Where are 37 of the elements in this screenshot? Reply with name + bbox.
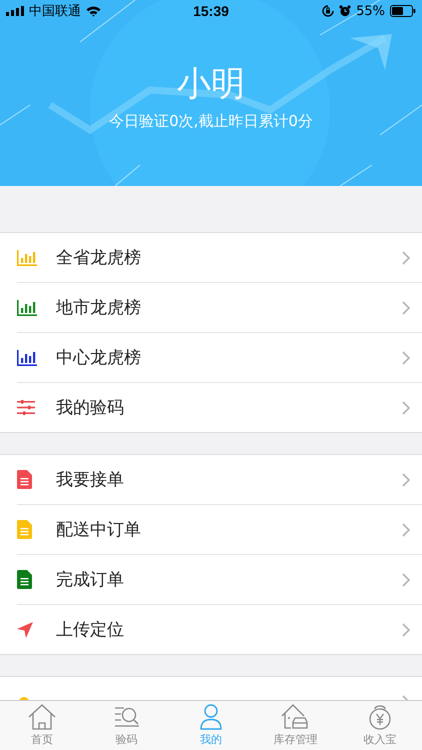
location-arrow-icon — [17, 622, 33, 638]
menu-item[interactable]: 全省龙虎榜 — [17, 233, 422, 283]
menu-item[interactable]: 上传定位 — [17, 605, 422, 654]
user-name: 小明 — [177, 63, 245, 106]
sliders-icon — [17, 400, 35, 415]
rotation-lock-icon — [322, 5, 334, 17]
menu-label: 我的验码 — [56, 397, 125, 419]
menu-label: 上传定位 — [56, 619, 125, 641]
bar-chart-icon — [17, 250, 37, 266]
home-icon — [28, 704, 56, 730]
menu-label: 全省龙虎榜 — [56, 247, 142, 269]
menu-item[interactable]: 我要接单 — [17, 455, 422, 505]
menu-label: 中心龙虎榜 — [56, 347, 142, 369]
menu-label: 配送中订单 — [56, 519, 142, 541]
signal-icon — [6, 6, 24, 16]
money-bag-icon — [366, 704, 393, 730]
menu-label: 我要接单 — [56, 469, 125, 491]
menu-item[interactable]: 我的验码 — [17, 383, 422, 432]
menu-label: 地市龙虎榜 — [56, 297, 142, 319]
document-icon — [17, 570, 32, 589]
bar-chart-icon — [17, 300, 37, 316]
menu-item[interactable]: 地市龙虎榜 — [17, 283, 422, 333]
menu-item[interactable]: 完成订单 — [17, 555, 422, 605]
alarm-icon — [339, 5, 352, 17]
wifi-icon — [86, 6, 101, 16]
status-time: 15:39 — [193, 3, 229, 19]
verification-summary: 今日验证0次,截止昨日累计0分 — [109, 112, 313, 131]
house-car-icon — [281, 704, 310, 730]
menu-label: 完成订单 — [56, 569, 125, 591]
menu-item[interactable]: 中心龙虎榜 — [17, 333, 422, 383]
battery-icon — [390, 5, 416, 17]
carrier-name: 中国联通 — [29, 3, 81, 20]
document-icon — [17, 520, 32, 539]
bar-chart-icon — [17, 350, 37, 366]
menu-item[interactable]: 配送中订单 — [17, 505, 422, 555]
document-icon — [17, 470, 32, 489]
battery-percent: 55% — [356, 4, 385, 18]
